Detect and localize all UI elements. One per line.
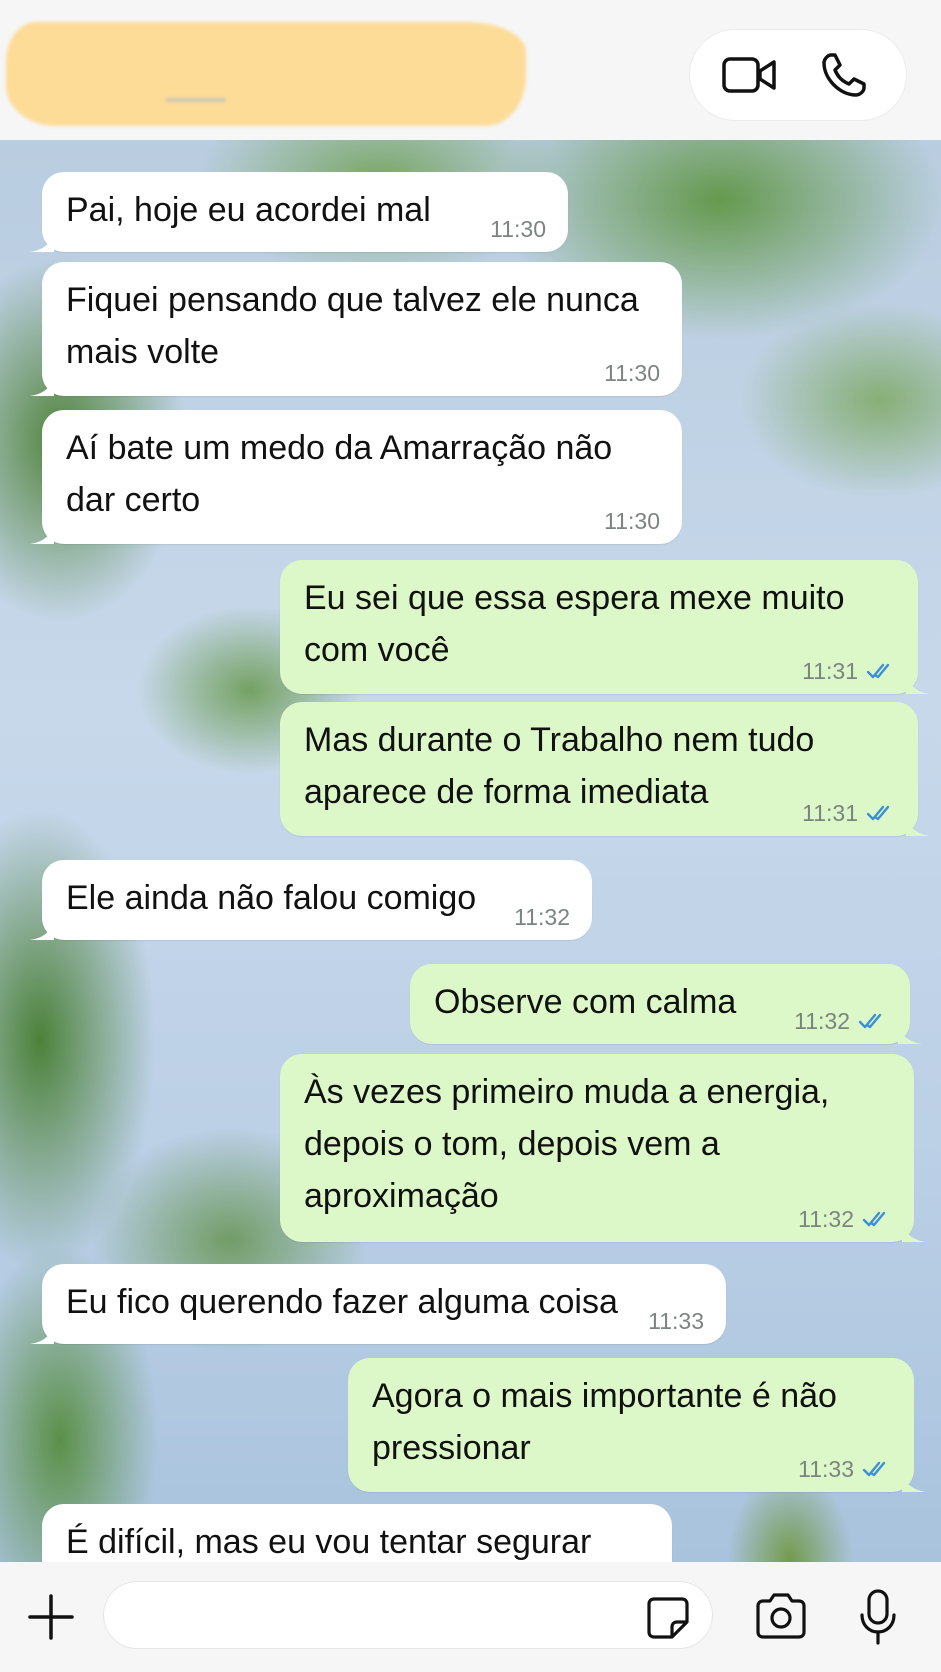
outgoing-message[interactable]: Eu sei que essa espera mexe muito com vo… xyxy=(280,560,930,694)
message-time: 11:33 xyxy=(798,1456,854,1482)
video-camera-icon xyxy=(722,57,776,93)
bubble-tail xyxy=(902,1468,926,1492)
message-time: 11:33 xyxy=(648,1308,704,1334)
message-meta: 11:32 xyxy=(798,1204,892,1234)
message-meta: 11:31 xyxy=(802,798,896,828)
call-actions xyxy=(690,30,906,120)
bubble-tail xyxy=(902,1218,926,1242)
bubble-tail xyxy=(30,228,54,252)
message-text: Eu fico querendo fazer alguma coisa xyxy=(66,1283,618,1321)
message-time: 11:32 xyxy=(514,904,570,930)
camera-button[interactable] xyxy=(754,1592,808,1640)
outgoing-message[interactable]: Agora o mais importante é não pressionar… xyxy=(348,1358,926,1492)
microphone-button[interactable] xyxy=(858,1588,898,1646)
message-meta: 11:30 xyxy=(490,214,546,244)
message-meta: 11:31 xyxy=(802,656,896,686)
message-time: 11:31 xyxy=(802,800,858,826)
voice-call-button[interactable] xyxy=(814,50,874,100)
message-text: É difícil, mas eu vou tentar segurar xyxy=(66,1523,592,1561)
message-meta: 11:33 xyxy=(798,1454,892,1484)
bubble-tail xyxy=(30,916,54,940)
message-time: 11:30 xyxy=(604,360,660,386)
read-ticks-icon xyxy=(866,805,890,821)
incoming-message[interactable]: É difícil, mas eu vou tentar segurar xyxy=(42,1504,672,1562)
bubble-tail xyxy=(30,372,54,396)
incoming-message[interactable]: Ele ainda não falou comigo 11:32 xyxy=(30,860,592,940)
sticker-icon xyxy=(647,1597,689,1639)
chat-header xyxy=(0,0,941,140)
message-time: 11:30 xyxy=(604,508,660,534)
message-text: Ele ainda não falou comigo xyxy=(66,879,477,917)
outgoing-message[interactable]: Observe com calma 11:32 xyxy=(410,964,922,1044)
outgoing-message[interactable]: Às vezes primeiro muda a energia, depois… xyxy=(280,1054,926,1242)
message-text: Pai, hoje eu acordei mal xyxy=(66,191,431,229)
bubble-tail xyxy=(30,1320,54,1344)
message-time: 11:32 xyxy=(798,1206,854,1232)
bubble-tail xyxy=(30,520,54,544)
phone-icon xyxy=(822,53,866,97)
camera-icon xyxy=(756,1593,806,1639)
message-time: 11:31 xyxy=(802,658,858,684)
incoming-message[interactable]: Aí bate um medo da Amarração não dar cer… xyxy=(30,410,682,544)
message-time: 11:30 xyxy=(490,216,546,242)
bubble-tail xyxy=(898,1020,922,1044)
message-text: Aí bate um medo da Amarração não dar cer… xyxy=(66,429,613,519)
microphone-icon xyxy=(860,1589,896,1645)
redacted-contact-name[interactable] xyxy=(6,22,526,126)
read-ticks-icon xyxy=(862,1211,886,1227)
video-call-button[interactable] xyxy=(720,50,780,100)
message-text: Às vezes primeiro muda a energia, depois… xyxy=(304,1073,830,1215)
message-meta: 11:32 xyxy=(514,902,570,932)
sticker-button[interactable] xyxy=(646,1596,690,1640)
read-ticks-icon xyxy=(866,663,890,679)
incoming-message[interactable]: Eu fico querendo fazer alguma coisa 11:33 xyxy=(30,1264,726,1344)
message-text: Fiquei pensando que talvez ele nunca mai… xyxy=(66,281,639,371)
message-meta: 11:33 xyxy=(648,1306,704,1336)
chat-area[interactable]: Pai, hoje eu acordei mal 11:30 Fiquei pens… xyxy=(0,140,941,1562)
plus-button[interactable] xyxy=(24,1590,78,1644)
incoming-message[interactable]: Fiquei pensando que talvez ele nunca mai… xyxy=(30,262,682,396)
message-meta: 11:32 xyxy=(794,1006,888,1036)
read-ticks-icon xyxy=(862,1461,886,1477)
bubble-tail xyxy=(906,812,930,836)
incoming-message[interactable]: Pai, hoje eu acordei mal 11:30 xyxy=(30,172,568,252)
message-time: 11:32 xyxy=(794,1008,850,1034)
plus-icon xyxy=(28,1594,74,1640)
message-meta: 11:30 xyxy=(604,506,660,536)
read-ticks-icon xyxy=(858,1013,882,1029)
message-meta: 11:30 xyxy=(604,358,660,388)
bubble-tail xyxy=(906,670,930,694)
outgoing-message[interactable]: Mas durante o Trabalho nem tudo aparece … xyxy=(280,702,930,836)
composer-bar xyxy=(0,1562,941,1672)
message-input[interactable] xyxy=(104,1582,712,1648)
